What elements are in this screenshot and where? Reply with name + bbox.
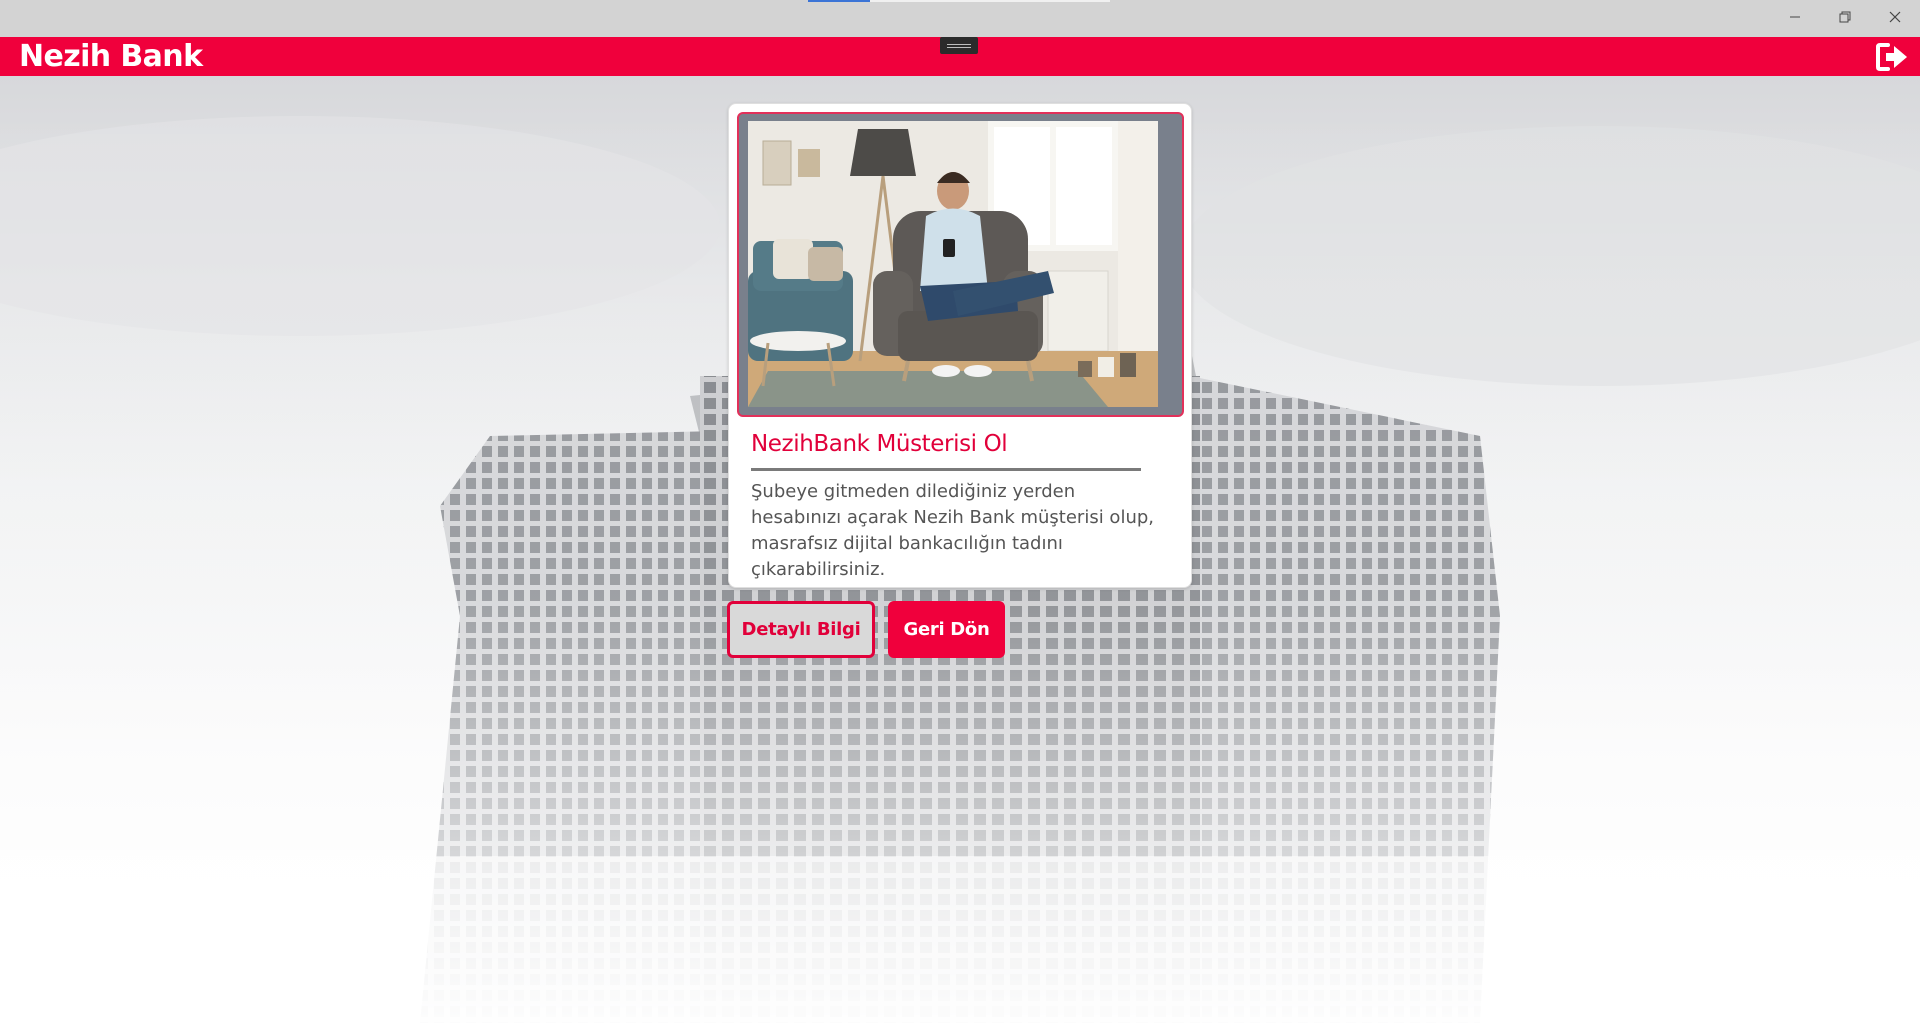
photo-frame (737, 112, 1184, 417)
title-bar-indicator (808, 0, 1110, 2)
logout-icon[interactable] (1874, 40, 1910, 73)
customer-card: NezihBank Müsterisi Ol Şubeye gitmeden d… (728, 103, 1192, 588)
restore-icon[interactable] (1820, 0, 1870, 34)
close-icon[interactable] (1870, 0, 1920, 34)
title-divider (751, 468, 1141, 471)
customer-photo (748, 121, 1158, 407)
app-header: Nezih Bank (0, 37, 1920, 76)
window-title-bar (0, 0, 1920, 37)
minimize-icon[interactable] (1770, 0, 1820, 34)
go-back-button[interactable]: Geri Dön (888, 601, 1005, 658)
drag-handle-icon[interactable] (940, 37, 978, 54)
card-title: NezihBank Müsterisi Ol (751, 431, 1008, 457)
card-description: Şubeye gitmeden dilediğiniz yerden hesab… (751, 481, 1155, 580)
brand-logo: Nezih Bank (19, 39, 203, 74)
detailed-info-button[interactable]: Detaylı Bilgi (727, 601, 875, 658)
